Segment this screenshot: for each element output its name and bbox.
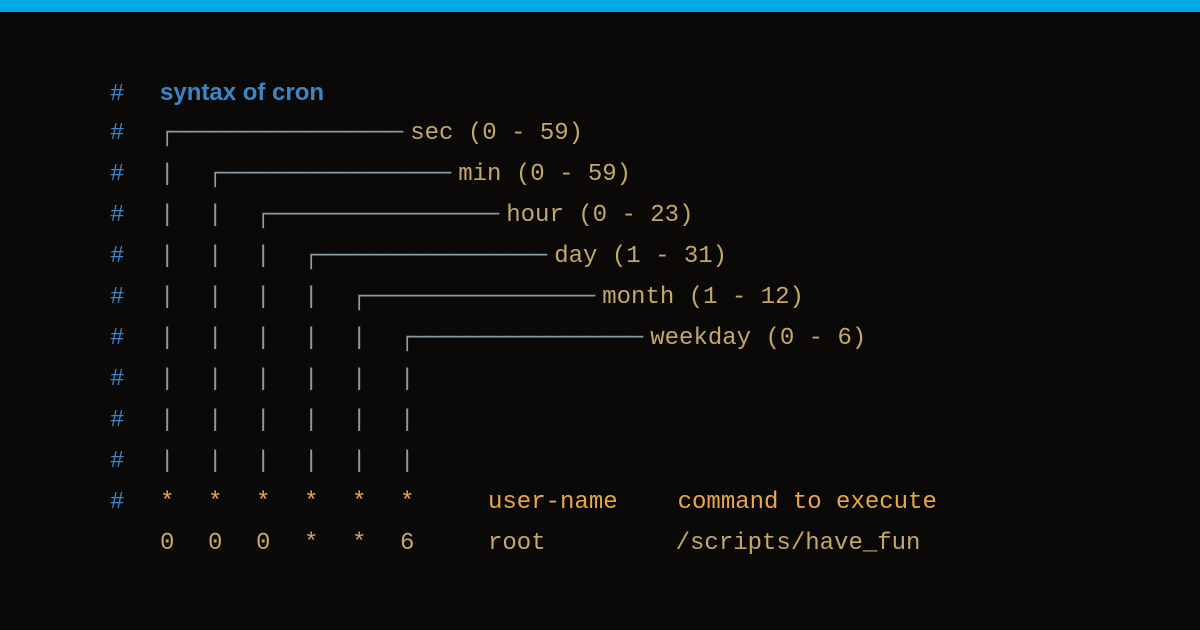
- user-value: root: [488, 523, 546, 564]
- top-accent-bar: [0, 0, 1200, 12]
- pipe-connector: |: [208, 359, 256, 400]
- hash-symbol: #: [110, 359, 160, 400]
- pipe-connector: |: [352, 400, 400, 441]
- field-label-min: min (0 - 59): [458, 154, 631, 195]
- star-placeholder: *: [304, 482, 352, 523]
- pipe-connector: |: [304, 441, 352, 482]
- cron-value-min: 0: [208, 523, 256, 564]
- star-placeholder: *: [400, 482, 448, 523]
- hash-symbol: #: [110, 113, 160, 154]
- field-label-weekday: weekday (0 - 6): [650, 318, 866, 359]
- pipe-connector: |: [160, 236, 208, 277]
- corner-connector: ┌: [304, 236, 318, 277]
- corner-connector: ┌: [160, 113, 174, 154]
- field-row-weekday: # | | | | | ┌───────────────── weekday (…: [110, 318, 1200, 359]
- pipe-connector: |: [208, 236, 256, 277]
- pipe-connector: |: [160, 441, 208, 482]
- cron-value-month: *: [352, 523, 400, 564]
- corner-connector: ┌: [256, 195, 270, 236]
- pipe-connector: |: [304, 318, 352, 359]
- field-label-month: month (1 - 12): [602, 277, 804, 318]
- syntax-template-row: # * * * * * * user-name command to execu…: [110, 482, 1200, 523]
- pipe-connector: |: [256, 318, 304, 359]
- corner-connector: ┌: [352, 277, 366, 318]
- pipe-connector: |: [160, 359, 208, 400]
- pipe-row: # | | | | | |: [110, 441, 1200, 482]
- corner-connector: ┌: [208, 154, 222, 195]
- cron-value-sec: 0: [160, 523, 208, 564]
- corner-connector: ┌: [400, 318, 414, 359]
- star-placeholder: *: [256, 482, 304, 523]
- pipe-connector: |: [352, 318, 400, 359]
- pipe-connector: |: [160, 277, 208, 318]
- field-row-min: # | ┌───────────────── min (0 - 59): [110, 154, 1200, 195]
- pipe-connector: |: [352, 359, 400, 400]
- field-label-sec: sec (0 - 59): [410, 113, 583, 154]
- hash-symbol: #: [110, 482, 160, 523]
- pipe-connector: |: [304, 277, 352, 318]
- title-row: # syntax of cron: [110, 72, 1200, 113]
- pipe-connector: |: [256, 359, 304, 400]
- diagram-title: syntax of cron: [160, 72, 324, 113]
- pipe-connector: |: [160, 154, 208, 195]
- field-label-day: day (1 - 31): [554, 236, 727, 277]
- pipe-connector: |: [304, 400, 352, 441]
- pipe-connector: |: [256, 441, 304, 482]
- pipe-connector: |: [160, 195, 208, 236]
- pipe-connector: |: [400, 359, 448, 400]
- horizontal-line: ─────────────────: [366, 277, 594, 318]
- hash-symbol: #: [110, 277, 160, 318]
- horizontal-line: ─────────────────: [222, 154, 450, 195]
- hash-symbol: #: [110, 236, 160, 277]
- field-label-hour: hour (0 - 23): [506, 195, 693, 236]
- hash-symbol: #: [110, 441, 160, 482]
- command-column-label: command to execute: [678, 482, 937, 523]
- cron-value-hour: 0: [256, 523, 304, 564]
- pipe-connector: |: [208, 318, 256, 359]
- field-row-day: # | | | ┌───────────────── day (1 - 31): [110, 236, 1200, 277]
- hash-spacer: [110, 523, 160, 564]
- pipe-connector: |: [352, 441, 400, 482]
- pipe-connector: |: [256, 236, 304, 277]
- pipe-connector: |: [256, 277, 304, 318]
- pipe-connector: |: [304, 359, 352, 400]
- pipe-connector: |: [400, 400, 448, 441]
- pipe-connector: |: [208, 441, 256, 482]
- star-placeholder: *: [208, 482, 256, 523]
- pipe-row: # | | | | | |: [110, 359, 1200, 400]
- star-placeholder: *: [160, 482, 208, 523]
- cron-value-weekday: 6: [400, 523, 448, 564]
- hash-symbol: #: [110, 400, 160, 441]
- example-row: 0 0 0 * * 6 root /scripts/have_fun: [110, 523, 1200, 564]
- pipe-connector: |: [160, 318, 208, 359]
- pipe-row: # | | | | | |: [110, 400, 1200, 441]
- field-row-sec: # ┌───────────────── sec (0 - 59): [110, 113, 1200, 154]
- horizontal-line: ─────────────────: [318, 236, 546, 277]
- hash-symbol: #: [110, 195, 160, 236]
- hash-symbol: #: [110, 318, 160, 359]
- pipe-connector: |: [256, 400, 304, 441]
- pipe-connector: |: [208, 195, 256, 236]
- field-row-hour: # | | ┌───────────────── hour (0 - 23): [110, 195, 1200, 236]
- command-value: /scripts/have_fun: [676, 523, 921, 564]
- horizontal-line: ─────────────────: [414, 318, 642, 359]
- hash-symbol: #: [110, 74, 160, 115]
- pipe-connector: |: [208, 400, 256, 441]
- cron-value-day: *: [304, 523, 352, 564]
- pipe-connector: |: [400, 441, 448, 482]
- star-placeholder: *: [352, 482, 400, 523]
- cron-diagram: # syntax of cron # ┌───────────────── se…: [0, 12, 1200, 564]
- field-row-month: # | | | | ┌───────────────── month (1 - …: [110, 277, 1200, 318]
- horizontal-line: ─────────────────: [174, 113, 402, 154]
- pipe-connector: |: [160, 400, 208, 441]
- horizontal-line: ─────────────────: [270, 195, 498, 236]
- pipe-connector: |: [208, 277, 256, 318]
- user-column-label: user-name: [488, 482, 618, 523]
- hash-symbol: #: [110, 154, 160, 195]
